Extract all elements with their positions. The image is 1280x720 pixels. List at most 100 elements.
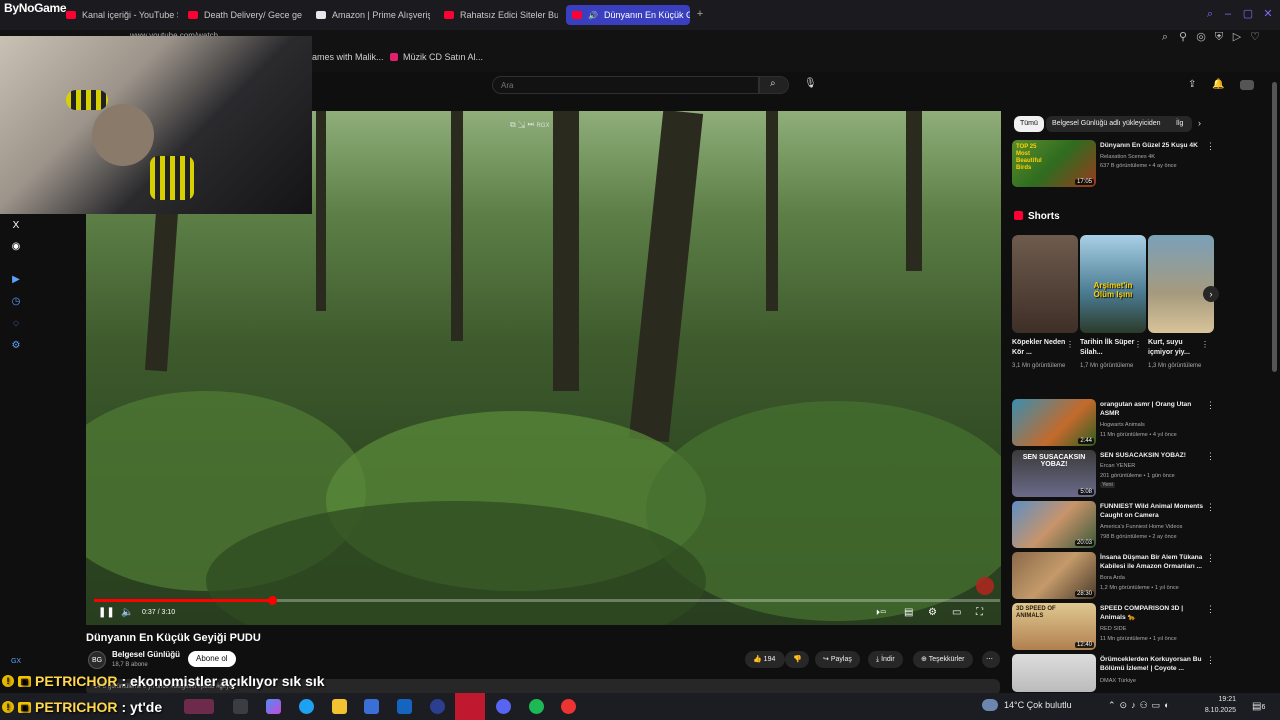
tab-rahatsiz-edici[interactable]: Rahatsız Edici Siteler Buz [438, 5, 558, 25]
short-thumbnail-2[interactable]: Arşimet'in Ölüm Işını [1080, 235, 1146, 333]
thanks-button[interactable]: ⊕ Teşekkürler [913, 651, 973, 668]
rec-thumbnail[interactable]: 2:44 [1012, 399, 1096, 446]
heart-icon[interactable]: ♡ [1248, 30, 1262, 44]
rec-title[interactable]: İnsana Düşman Bir Alem Tükana Kabilesi i… [1100, 553, 1204, 571]
rec-thumbnail[interactable]: 3D SPEED OF ANIMALS 12:40 [1012, 603, 1096, 650]
channel-name[interactable]: Belgesel Günlüğü [112, 650, 180, 659]
upload-icon[interactable]: ⇪ [1188, 79, 1196, 90]
rec-title[interactable]: FUNNIEST Wild Animal Moments Caught on C… [1100, 502, 1204, 520]
settings-icon[interactable]: ⚙ [10, 340, 22, 352]
avatar[interactable] [1240, 80, 1254, 90]
channel-avatar[interactable]: BG [88, 651, 106, 669]
outlook-icon[interactable] [397, 699, 412, 714]
bookmark-games[interactable]: ames with Malik... [312, 52, 384, 62]
rec-thumbnail[interactable]: 28:30 [1012, 552, 1096, 599]
edge-icon[interactable] [299, 699, 314, 714]
discord-taskbar-icon[interactable] [496, 699, 511, 714]
more-vert-icon[interactable]: ⋮ [1134, 340, 1142, 349]
discord-icon[interactable]: ◉ [10, 241, 22, 253]
clock-icon[interactable]: ◷ [10, 296, 22, 308]
tab-active-video[interactable]: 🔊 Dünyanın En Küçük G [566, 5, 690, 25]
clock-time[interactable]: 19:21 [1206, 696, 1236, 703]
rec-channel[interactable]: RED SIDE [1100, 625, 1210, 633]
maximize-icon[interactable]: ▢ [1242, 8, 1254, 20]
more-vert-icon[interactable]: ⋮ [1206, 502, 1215, 513]
short-thumbnail-1[interactable] [1012, 235, 1078, 333]
more-vert-icon[interactable]: ⋮ [1206, 141, 1215, 152]
opera-gx-icon[interactable] [455, 693, 485, 720]
short-title[interactable]: Köpekler Neden Kör ... [1012, 338, 1068, 358]
fullscreen-icon[interactable]: ⛶ [976, 606, 983, 620]
bell-icon[interactable]: 🔔 [1212, 79, 1224, 90]
rec-channel[interactable]: Bora Arda [1100, 574, 1210, 582]
rec-title[interactable]: orangutan asmr | Orang Utan ASMR [1100, 400, 1204, 418]
subtitles-icon[interactable]: ▤ [904, 606, 913, 620]
copilot-icon[interactable] [266, 699, 281, 714]
minimize-icon[interactable]: – [1222, 8, 1234, 20]
scrollbar[interactable] [1272, 82, 1277, 372]
tab-death-delivery[interactable]: Death Delivery/ Gece gec [182, 5, 302, 25]
more-vert-icon[interactable]: ⋮ [1206, 604, 1215, 615]
app-icon[interactable] [430, 699, 445, 714]
recording-app-icon[interactable] [561, 699, 576, 714]
zoom-icon[interactable]: ⌕ [1158, 30, 1172, 44]
rec-title[interactable]: Örümceklerden Korkuyorsan Bu Bölümü İzle… [1100, 655, 1204, 673]
rec-channel[interactable]: Ercan YENER [1100, 462, 1210, 470]
bookmark-muzik[interactable]: Müzik CD Satın Al... [390, 52, 483, 62]
octopus-icon[interactable] [184, 699, 214, 714]
more-vert-icon[interactable]: ⋮ [1066, 340, 1074, 349]
gx-icon[interactable]: GX [10, 656, 22, 668]
chip-related[interactable]: İlg [1170, 116, 1192, 132]
subscribe-button[interactable]: Abone ol [188, 651, 236, 667]
pause-icon[interactable]: ❚❚ [98, 606, 115, 620]
rec-title[interactable]: SPEED COMPARISON 3D | Animals 🐆 [1100, 604, 1204, 622]
rec-thumbnail[interactable]: 20:03 [1012, 501, 1096, 548]
x-icon[interactable]: X [10, 220, 22, 232]
spotify-icon[interactable] [529, 699, 544, 714]
more-vert-icon[interactable]: ⋮ [1206, 655, 1215, 666]
dislike-button[interactable]: 👎 [785, 651, 809, 668]
tray-icons[interactable]: ⌃⊙♪⚇▭◐ [1108, 700, 1174, 711]
pip-icon[interactable]: ⧉ ⇲ ⏭ RGX [510, 120, 549, 130]
short-thumbnail-3[interactable] [1148, 235, 1214, 333]
more-vert-icon[interactable]: ⋮ [1206, 553, 1215, 564]
notification-icon[interactable]: ▤6 [1252, 701, 1265, 712]
shield-icon[interactable]: ⛨ [1212, 30, 1226, 44]
progress-scrubber-handle[interactable] [267, 596, 277, 605]
clock-date[interactable]: 8.10.2025 [1196, 707, 1236, 714]
chip-uploader[interactable]: Belgesel Günlüğü adlı yükleyiciden [1046, 116, 1178, 132]
chevron-right-icon[interactable]: › [1198, 118, 1201, 128]
more-actions-button[interactable]: ⋯ [982, 651, 1000, 668]
pin-icon[interactable]: ⚲ [1176, 30, 1190, 44]
task-view-icon[interactable] [233, 699, 248, 714]
camera-icon[interactable]: ◎ [1194, 30, 1208, 44]
autoplay-toggle[interactable]: ⏵▭ [876, 606, 886, 620]
theater-mode-icon[interactable]: ▭ [952, 606, 961, 620]
gear-icon[interactable]: ⚙ [928, 606, 937, 620]
chip-all[interactable]: Tümü [1014, 116, 1044, 132]
file-explorer-icon[interactable] [332, 699, 347, 714]
volume-icon[interactable]: 🔈 [121, 606, 133, 620]
rec-channel[interactable]: Hogwarts Animals [1100, 421, 1210, 429]
rec-channel[interactable]: DMAX Türkiye [1100, 677, 1210, 685]
rec-title[interactable]: SEN SUSACAKSIN YOBAZ! [1100, 451, 1204, 460]
close-icon[interactable]: ✕ [1262, 8, 1274, 20]
top-video-channel[interactable]: Relaxation Scenes 4K [1100, 153, 1210, 161]
tab-amazon[interactable]: Amazon | Prime Alışveriş [310, 5, 430, 25]
tab-kanal-icerigi[interactable]: Kanal içeriği - YouTube St [60, 5, 178, 25]
rec-thumbnail[interactable] [1012, 654, 1096, 692]
more-vert-icon[interactable]: ⋮ [1201, 340, 1209, 349]
short-title[interactable]: Kurt, suyu içmiyor yiy... [1148, 338, 1204, 358]
store-icon[interactable] [364, 699, 379, 714]
chat-icon[interactable]: ◌ [10, 318, 22, 330]
mic-icon[interactable]: 🎙 [804, 78, 817, 89]
download-button[interactable]: ⤓ İndir [868, 651, 903, 668]
play-icon[interactable]: ▷ [1230, 30, 1244, 44]
short-title[interactable]: Tarihin İlk Süper Silah... [1080, 338, 1136, 358]
search-input[interactable]: Ara [492, 76, 759, 94]
more-vert-icon[interactable]: ⋮ [1206, 400, 1215, 411]
top-video-title[interactable]: Dünyanın En Güzel 25 Kuşu 4K [1100, 141, 1204, 150]
more-vert-icon[interactable]: ⋮ [1206, 451, 1215, 462]
rec-thumbnail[interactable]: SEN SUSACAKSIN YOBAZ! 5:08 [1012, 450, 1096, 497]
top-video-thumbnail[interactable]: TOP 25 Most Beautiful Birds 17:05 [1012, 140, 1096, 187]
